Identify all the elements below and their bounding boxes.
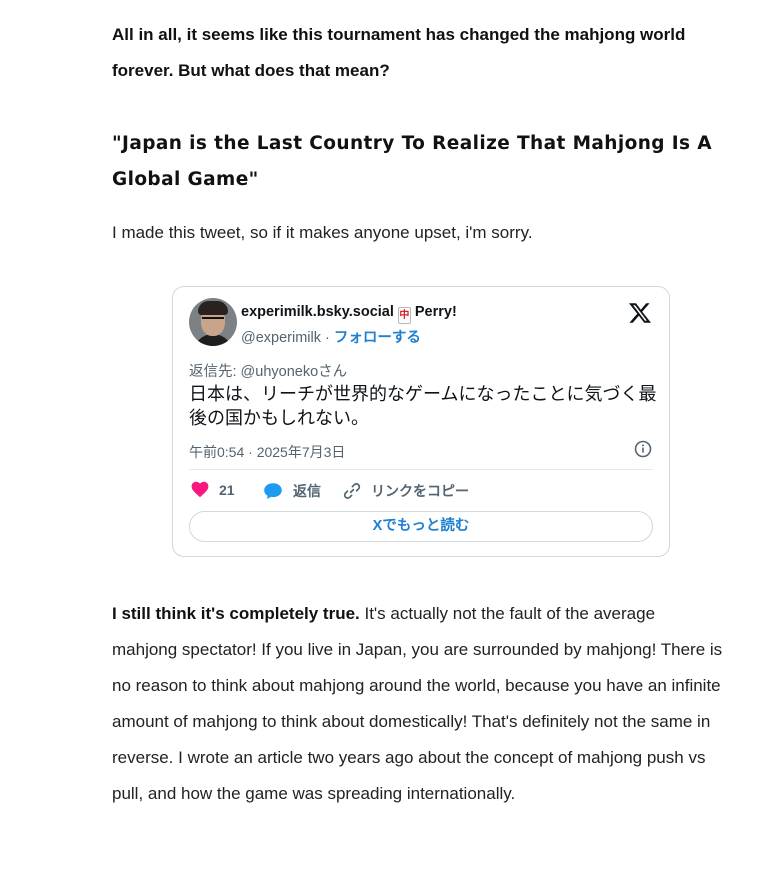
link-icon [343, 483, 361, 499]
speech-bubble-icon [264, 483, 282, 499]
tweet-divider [189, 469, 653, 470]
info-icon[interactable] [634, 440, 652, 458]
embedded-tweet-card: experimilk.bsky.social 中 Perry! @experimil… [172, 286, 670, 557]
copy-link-label: リンクをコピー [371, 483, 469, 499]
copy-link-button[interactable]: リンクをコピー [343, 481, 469, 501]
author-display-name[interactable]: experimilk.bsky.social 中 Perry! [241, 304, 457, 324]
follow-button[interactable]: フォローする [334, 330, 421, 346]
author-name-text: experimilk.bsky.social [241, 304, 394, 320]
reply-to-label[interactable]: 返信先: @uhyonekoさん [189, 360, 347, 381]
reply-button[interactable]: 返信 [263, 481, 321, 501]
article-intro-paragraph: I made this tweet, so if it makes anyone… [112, 223, 533, 242]
author-avatar[interactable] [189, 298, 237, 346]
x-logo-icon[interactable] [628, 301, 652, 325]
body-text: It's actually not the fault of the avera… [112, 604, 723, 803]
author-handle[interactable]: @experimilk [241, 330, 321, 346]
tweet-text: 日本は、リーチが世界的なゲームになったことに気づく最後の国かもしれない。 [189, 384, 657, 429]
article-lead-paragraph: All in all, it seems like this tournamen… [112, 25, 686, 80]
body-bold-lead: I still think it's completely true. [112, 604, 360, 623]
handle-separator: · [320, 330, 334, 346]
mahjong-tile-emoji-icon: 中 [397, 307, 411, 324]
tweet-timestamp[interactable]: 午前0:54 · 2025年7月3日 [189, 442, 345, 462]
section-heading: "Japan is the Last Country To Realize Th… [112, 133, 713, 190]
article-body-paragraph: I still think it's completely true. It's… [112, 596, 724, 812]
like-count: 21 [219, 481, 235, 498]
heart-icon [191, 481, 209, 498]
reply-label: 返信 [293, 483, 321, 499]
read-more-button[interactable]: Xでもっと読む [189, 511, 653, 542]
avatar-hair [198, 301, 228, 315]
author-name-suffix: Perry! [414, 304, 457, 320]
like-button[interactable]: 21 [191, 481, 235, 498]
author-handle-line: @experimilk · フォローする [241, 326, 421, 347]
avatar-glasses [202, 317, 224, 325]
